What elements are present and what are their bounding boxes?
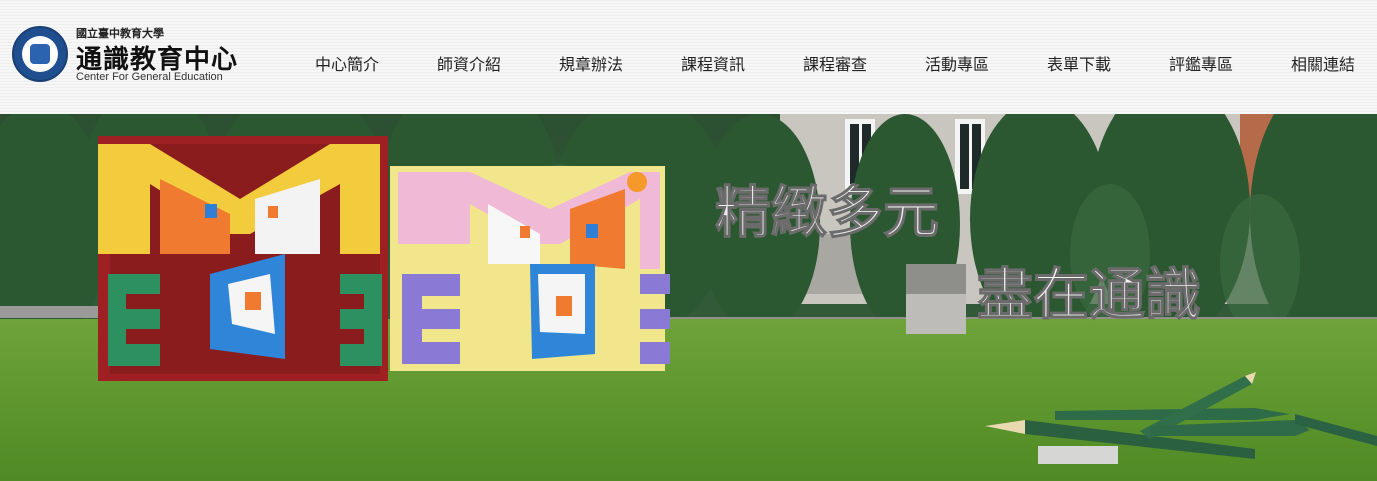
university-seal-icon xyxy=(12,26,68,82)
nav-item-course-review[interactable]: 課程審查 xyxy=(774,52,896,78)
sculpture-yellow xyxy=(390,166,670,371)
hero-banner: 精緻多元 盡在通識 xyxy=(0,114,1377,481)
sculpture-red xyxy=(98,136,388,381)
sign-stand xyxy=(906,264,966,334)
nav-item-links[interactable]: 相關連結 xyxy=(1262,52,1377,78)
center-name-en: Center For General Education xyxy=(76,71,223,83)
nav-item-regulations[interactable]: 規章辦法 xyxy=(530,52,652,78)
nav-item-forms[interactable]: 表單下載 xyxy=(1018,52,1140,78)
site-header: 國立臺中教育大學 通識教育中心 Center For General Educa… xyxy=(0,0,1377,114)
nav-item-evaluation[interactable]: 評鑑專區 xyxy=(1140,52,1262,78)
banner-headline-1: 精緻多元 xyxy=(715,181,939,246)
nav-item-course-info[interactable]: 課程資訊 xyxy=(652,52,774,78)
banner-headline-2: 盡在通識 xyxy=(977,263,1201,328)
main-nav: 中心簡介 師資介紹 規章辦法 課程資訊 課程審查 活動專區 表單下載 評鑑專區 … xyxy=(286,52,1377,78)
site-logo[interactable]: 國立臺中教育大學 通識教育中心 Center For General Educa… xyxy=(12,25,252,87)
nav-item-faculty[interactable]: 師資介紹 xyxy=(408,52,530,78)
nav-item-activities[interactable]: 活動專區 xyxy=(896,52,1018,78)
seal-core xyxy=(30,44,50,64)
nav-item-about[interactable]: 中心簡介 xyxy=(286,52,408,78)
hero-photo: 精緻多元 盡在通識 xyxy=(0,114,1377,481)
seal-inner xyxy=(22,36,58,72)
